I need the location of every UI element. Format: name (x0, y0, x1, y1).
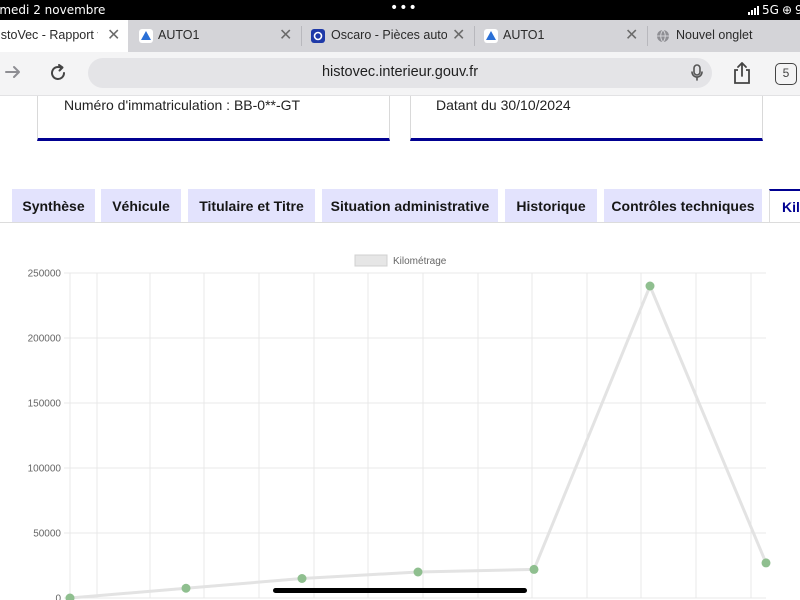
data-point (529, 564, 539, 574)
address-bar[interactable]: histovec.interieur.gouv.fr (88, 58, 712, 88)
status-indicators: 5G ⊕ 9 (748, 3, 800, 17)
legend-swatch (354, 254, 388, 267)
chart-grid (64, 272, 766, 599)
date-card: Datant du 30/10/2024 (410, 96, 763, 141)
data-point (297, 574, 307, 583)
y-tick-label: 0 (55, 594, 61, 600)
browser-tab-oscaro[interactable]: Oscaro - Pièces auto ✕ (302, 20, 474, 52)
close-icon[interactable]: ✕ (107, 25, 120, 45)
network-label: 5G (762, 3, 779, 17)
chart-legend[interactable]: Kilométrage (354, 254, 447, 267)
browser-tab-strip: istoVec - Rapport ve ✕ AUTO1 ✕ Oscaro - … (0, 20, 800, 52)
auto1-favicon-icon (484, 29, 498, 43)
status-bar: amedi 2 novembre ••• 5G ⊕ 9 (0, 0, 800, 20)
series-line (69, 282, 768, 600)
forward-icon[interactable] (3, 62, 23, 87)
legend-label: Kilométrage (393, 256, 447, 267)
tab-controles-techniques[interactable]: Contrôles techniques (604, 189, 762, 222)
y-tick-label: 50000 (33, 529, 61, 540)
y-tick-label: 150000 (28, 399, 62, 410)
location-icon: ⊕ (781, 3, 792, 17)
home-indicator[interactable] (273, 588, 527, 593)
globe-icon (656, 29, 670, 43)
y-tick-label: 200000 (28, 334, 62, 345)
auto1-favicon-icon (139, 29, 153, 43)
browser-tab-new[interactable]: Nouvel onglet (648, 20, 800, 52)
y-axis-ticks: 250000 200000 150000 100000 50000 0 (28, 269, 62, 600)
data-point (181, 583, 191, 593)
series-line-path (69, 282, 768, 600)
close-icon[interactable]: ✕ (279, 25, 292, 45)
url-text: histovec.interieur.gouv.fr (321, 64, 479, 80)
data-point (413, 567, 423, 577)
tab-titulaire[interactable]: Titulaire et Titre (188, 189, 315, 222)
series-points (65, 281, 771, 600)
tab-historique[interactable]: Historique (505, 189, 597, 222)
tab-title: AUTO1 (503, 28, 545, 42)
tab-situation-administrative[interactable]: Situation administrative (322, 189, 498, 222)
data-point (65, 593, 75, 600)
tab-synthese[interactable]: Synthèse (12, 189, 95, 222)
browser-tab-auto1[interactable]: AUTO1 ✕ (129, 20, 301, 52)
immatriculation-text: Numéro d'immatriculation : BB-0**-GT (64, 97, 301, 113)
y-tick-label: 250000 (28, 269, 62, 280)
y-tick-label: 100000 (28, 464, 62, 475)
mileage-chart: Kilométrage 250000 200000 150000 100000 5000… (28, 254, 771, 600)
tab-kilometrage[interactable]: Kilo (769, 189, 800, 222)
share-icon[interactable] (731, 61, 753, 90)
tab-title: Nouvel onglet (676, 28, 753, 42)
close-icon[interactable]: ✕ (452, 25, 465, 45)
data-point (761, 558, 771, 568)
microphone-icon[interactable] (690, 64, 704, 87)
browser-tab-histovec[interactable]: istoVec - Rapport ve ✕ (0, 20, 128, 52)
data-point (645, 281, 655, 291)
oscaro-favicon-icon (311, 29, 325, 43)
signal-icon (748, 5, 759, 15)
tab-count-button[interactable]: 5 (775, 63, 797, 85)
status-date: amedi 2 novembre (0, 3, 106, 17)
tab-vehicule[interactable]: Véhicule (101, 189, 181, 222)
tab-title: Oscaro - Pièces auto (331, 28, 447, 42)
immatriculation-card: Numéro d'immatriculation : BB-0**-GT (37, 96, 390, 141)
browser-toolbar: histovec.interieur.gouv.fr 5 (0, 52, 800, 96)
browser-tab-auto1-2[interactable]: AUTO1 ✕ (475, 20, 647, 52)
report-date-text: Datant du 30/10/2024 (436, 97, 571, 113)
tab-title: AUTO1 (158, 28, 200, 42)
report-tabs: Synthèse Véhicule Titulaire et Titre Sit… (0, 188, 800, 222)
reload-icon[interactable] (47, 62, 69, 89)
close-icon[interactable]: ✕ (625, 25, 638, 45)
multitasking-dots-icon[interactable]: ••• (390, 0, 418, 16)
battery-label: 9 (795, 3, 800, 17)
tab-title: istoVec - Rapport ve (0, 28, 98, 42)
